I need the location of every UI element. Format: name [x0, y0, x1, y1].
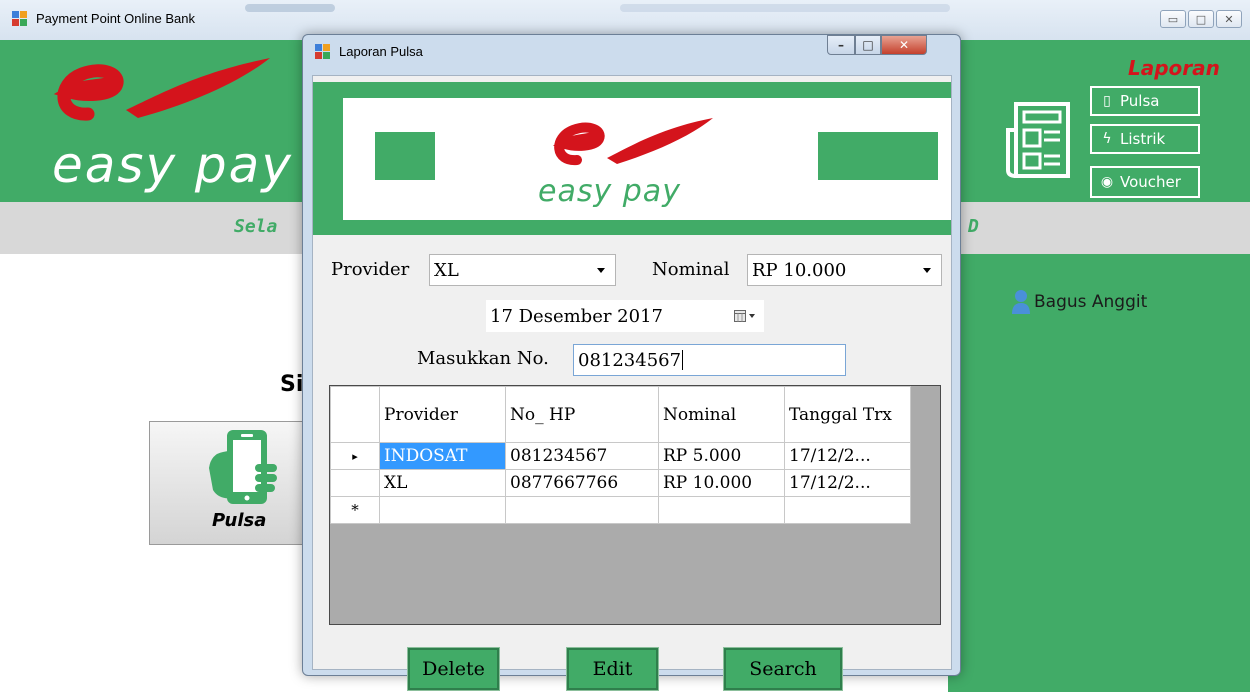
column-header-nominal[interactable]: Nominal [658, 386, 785, 443]
easypay-logo-mark [552, 118, 713, 166]
cell-no-hp[interactable]: 0877667766 [505, 469, 659, 497]
provider-combo[interactable]: XL [429, 254, 616, 286]
transaction-table: Provider No_ HP Nominal Tanggal Trx ▸ IN… [330, 386, 911, 524]
dialog-title: Laporan Pulsa [339, 44, 423, 59]
cell-empty[interactable] [784, 496, 911, 524]
newspaper-icon [1006, 102, 1070, 178]
welcome-banner-text-end: D [968, 216, 979, 237]
dialog-banner: easy pay [313, 82, 951, 235]
transaction-grid[interactable]: Provider No_ HP Nominal Tanggal Trx ▸ IN… [329, 385, 941, 625]
welcome-banner-text: Sela [234, 216, 278, 237]
banner-square-right [818, 132, 938, 180]
cell-no-hp[interactable]: 081234567 [505, 442, 659, 470]
cell-empty[interactable] [658, 496, 785, 524]
chevron-down-icon [923, 268, 931, 273]
provider-value: XL [434, 259, 459, 281]
current-row-marker: ▸ [330, 442, 380, 470]
laporan-listrik-button[interactable]: ϟ Listrik [1090, 124, 1200, 154]
phone-icon: ▯ [1103, 93, 1111, 109]
phone-number-value: 081234567 [578, 349, 682, 371]
main-caption-buttons: ▭ □ ✕ [1160, 10, 1242, 28]
dialog-maximize-button[interactable]: □ [855, 35, 881, 55]
nominal-value: RP 10.000 [752, 259, 847, 281]
laporan-voucher-button[interactable]: ◉ Voucher [1090, 166, 1200, 198]
column-header-provider[interactable]: Provider [379, 386, 506, 443]
blurred-toolbar [620, 4, 950, 12]
close-button[interactable]: ✕ [1216, 10, 1242, 28]
user-icon [1012, 290, 1030, 314]
blurred-toolbar [245, 4, 335, 12]
phone-number-input[interactable]: 081234567 [573, 344, 846, 376]
cell-tanggal[interactable]: 17/12/2... [784, 442, 911, 470]
table-header-row: Provider No_ HP Nominal Tanggal Trx [330, 386, 911, 443]
maximize-button[interactable]: □ [1188, 10, 1214, 28]
cell-empty[interactable] [505, 496, 659, 524]
easypay-logo-text: easy pay [52, 136, 293, 194]
date-picker[interactable]: 17 Desember 2017 [486, 300, 764, 332]
gamepad-icon: ◉ [1100, 174, 1114, 190]
minimize-button[interactable]: ▭ [1160, 10, 1186, 28]
dialog-client-area: easy pay Provider XL Nominal RP 10.000 1… [312, 75, 952, 691]
nominal-combo[interactable]: RP 10.000 [747, 254, 942, 286]
dialog-caption-buttons: – □ ✕ [827, 35, 927, 55]
table-row[interactable]: ▸ INDOSAT 081234567 RP 5.000 17/12/2... [330, 442, 911, 470]
dialog-window-icon [315, 44, 331, 60]
new-row[interactable]: * [330, 496, 911, 524]
table-row[interactable]: XL 0877667766 RP 10.000 17/12/2... [330, 469, 911, 497]
phone-hand-icon [209, 430, 277, 504]
laporan-pulsa-label: Pulsa [1120, 92, 1160, 110]
banner-square-left [375, 132, 435, 180]
main-window-title: Payment Point Online Bank [36, 11, 195, 26]
provider-label: Provider [331, 259, 410, 280]
laporan-voucher-label: Voucher [1120, 173, 1181, 191]
calendar-dropdown-icon [734, 310, 755, 322]
column-header-no-hp[interactable]: No_ HP [505, 386, 659, 443]
app-window-icon [12, 11, 28, 27]
user-panel [948, 254, 1250, 692]
column-header-tanggal[interactable]: Tanggal Trx [784, 386, 911, 443]
row-header [330, 469, 380, 497]
cell-provider[interactable]: XL [379, 469, 506, 497]
text-caret [682, 350, 684, 370]
cell-empty[interactable] [379, 496, 506, 524]
cell-nominal[interactable]: RP 10.000 [658, 469, 785, 497]
cell-nominal[interactable]: RP 5.000 [658, 442, 785, 470]
new-row-marker: * [330, 496, 380, 524]
dialog-logo-text: easy pay [538, 174, 681, 209]
user-name: Bagus Anggit [1034, 292, 1148, 312]
laporan-title: Laporan [1128, 56, 1220, 80]
search-button[interactable]: Search [723, 647, 843, 691]
date-value: 17 Desember 2017 [490, 305, 663, 327]
nominal-label: Nominal [652, 259, 730, 280]
cell-provider[interactable]: INDOSAT [379, 442, 506, 470]
edit-button[interactable]: Edit [566, 647, 659, 691]
easypay-logo-mark [53, 58, 270, 121]
bolt-icon: ϟ [1102, 131, 1112, 147]
row-header-corner [330, 386, 380, 443]
laporan-pulsa-button[interactable]: ▯ Pulsa [1090, 86, 1200, 116]
laporan-pulsa-dialog: Laporan Pulsa – □ ✕ easy pay Provider XL… [302, 34, 961, 691]
pulsa-menu-button[interactable]: Pulsa [149, 421, 303, 545]
pulsa-menu-label: Pulsa [212, 510, 267, 531]
cell-tanggal[interactable]: 17/12/2... [784, 469, 911, 497]
chevron-down-icon [597, 268, 605, 273]
laporan-listrik-label: Listrik [1120, 130, 1166, 148]
delete-button[interactable]: Delete [407, 647, 500, 691]
dialog-close-button[interactable]: ✕ [881, 35, 927, 55]
dialog-minimize-button[interactable]: – [827, 35, 855, 55]
number-label: Masukkan No. [417, 348, 549, 369]
